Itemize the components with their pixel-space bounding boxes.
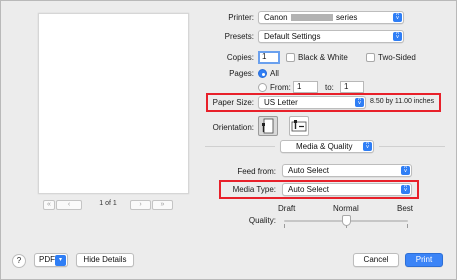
last-page-button[interactable]: » bbox=[152, 200, 173, 210]
quality-tick-draft bbox=[284, 224, 285, 228]
chevron-updown-icon: ˄ ˅ bbox=[393, 12, 402, 22]
quality-tick-best bbox=[407, 224, 408, 228]
cancel-button[interactable]: Cancel bbox=[353, 253, 399, 267]
feed-from-label: Feed from: bbox=[237, 167, 276, 176]
chevron-updown-icon: ˄ ˅ bbox=[363, 141, 372, 151]
page-count-label: 1 of 1 bbox=[99, 200, 117, 207]
two-sided-checkbox[interactable] bbox=[366, 53, 375, 62]
printer-name-suffix: series bbox=[336, 13, 358, 22]
section-select[interactable]: Media & Quality ˄ ˅ bbox=[280, 140, 374, 153]
section-value: Media & Quality bbox=[296, 142, 353, 151]
presets-value: Default Settings bbox=[264, 32, 321, 41]
to-page-field[interactable]: 1 bbox=[340, 81, 364, 93]
print-button[interactable]: Print bbox=[405, 253, 443, 267]
quality-label: Quality: bbox=[248, 216, 276, 225]
quality-best-label: Best bbox=[397, 204, 414, 213]
black-white-checkbox[interactable] bbox=[286, 53, 295, 62]
redacted-model bbox=[290, 14, 333, 21]
pages-all-radio[interactable] bbox=[258, 69, 267, 78]
media-type-select[interactable]: Auto Select ˄ ˅ bbox=[282, 183, 412, 196]
printer-label: Printer: bbox=[228, 13, 254, 22]
media-type-value: Auto Select bbox=[288, 185, 329, 194]
last-page-icon: » bbox=[160, 201, 165, 208]
help-button[interactable]: ? bbox=[12, 254, 26, 268]
hide-details-button[interactable]: Hide Details bbox=[76, 253, 134, 267]
previous-page-icon: ‹ bbox=[67, 201, 71, 208]
first-page-icon: « bbox=[47, 201, 51, 208]
paper-size-label: Paper Size: bbox=[212, 98, 254, 107]
portrait-orientation-icon bbox=[262, 118, 274, 134]
presets-label: Presets: bbox=[224, 32, 254, 41]
chevron-updown-icon: ˄ ˅ bbox=[355, 97, 364, 107]
chevron-updown-icon: ˄ ˅ bbox=[401, 184, 410, 194]
paper-dimensions: 8.50 by 11.00 inches bbox=[370, 98, 435, 105]
black-white-label: Black & White bbox=[298, 53, 348, 62]
paper-size-value: US Letter bbox=[264, 98, 298, 107]
two-sided-label: Two-Sided bbox=[378, 53, 416, 62]
help-icon: ? bbox=[16, 256, 22, 265]
from-page-field[interactable]: 1 bbox=[293, 81, 318, 93]
chevron-updown-icon: ˄ ˅ bbox=[393, 31, 402, 41]
landscape-orientation-icon bbox=[291, 120, 307, 132]
page-preview bbox=[38, 13, 189, 194]
chevron-down-icon: ▾ bbox=[55, 255, 66, 266]
paper-size-select[interactable]: US Letter ˄ ˅ bbox=[258, 96, 366, 109]
previous-page-button[interactable]: ‹ bbox=[56, 200, 82, 210]
to-label: to: bbox=[325, 83, 334, 92]
feed-from-value: Auto Select bbox=[288, 166, 329, 175]
copies-label: Copies: bbox=[226, 53, 254, 62]
media-type-label: Media Type: bbox=[232, 185, 276, 194]
copies-field[interactable]: 1 bbox=[258, 51, 280, 64]
printer-name-prefix: Canon bbox=[264, 13, 288, 22]
from-label: From: bbox=[270, 83, 291, 92]
presets-select[interactable]: Default Settings ˄ ˅ bbox=[258, 30, 404, 43]
quality-normal-label: Normal bbox=[333, 204, 359, 213]
quality-draft-label: Draft bbox=[278, 204, 296, 213]
separator-left bbox=[205, 146, 275, 147]
orientation-label: Orientation: bbox=[212, 123, 254, 132]
pdf-label: PDF bbox=[39, 255, 55, 264]
pdf-menu-button[interactable]: PDF ▾ bbox=[34, 253, 68, 267]
pages-range-radio[interactable] bbox=[258, 83, 267, 92]
landscape-button[interactable] bbox=[289, 116, 309, 136]
first-page-button[interactable]: « bbox=[43, 200, 55, 210]
chevron-updown-icon: ˄ ˅ bbox=[401, 165, 410, 175]
separator-right bbox=[379, 146, 445, 147]
quality-slider-thumb[interactable] bbox=[342, 215, 351, 226]
next-page-button[interactable]: › bbox=[130, 200, 151, 210]
pages-all-label: All bbox=[270, 69, 279, 78]
next-page-icon: › bbox=[139, 201, 142, 208]
printer-select[interactable]: Canon series ˄ ˅ bbox=[258, 11, 404, 24]
pages-label: Pages: bbox=[229, 69, 254, 78]
portrait-button[interactable] bbox=[258, 116, 278, 136]
feed-from-select[interactable]: Auto Select ˄ ˅ bbox=[282, 164, 412, 177]
